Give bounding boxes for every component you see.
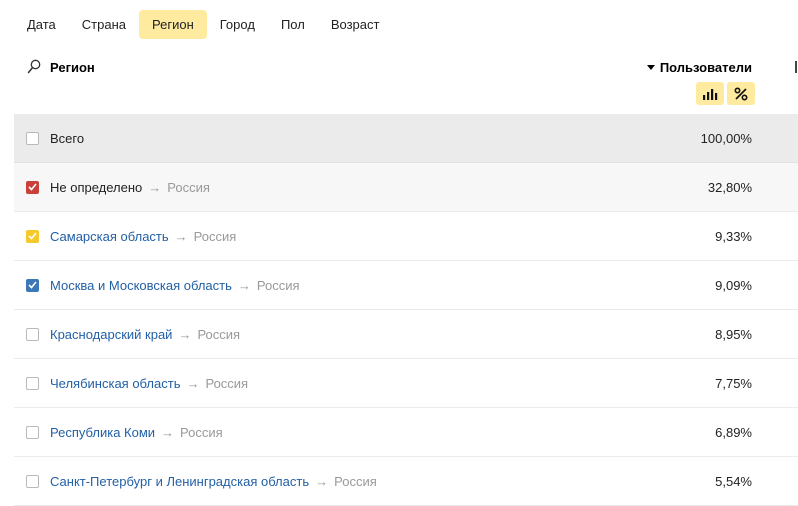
row-checkbox[interactable] bbox=[26, 327, 39, 341]
row-label: Всего bbox=[50, 130, 85, 146]
tab-date[interactable]: Дата bbox=[14, 10, 69, 39]
tab-gender[interactable]: Пол bbox=[268, 10, 318, 39]
arrow-right-icon: → bbox=[315, 473, 329, 489]
row-value: 8,95% bbox=[715, 326, 752, 342]
row-checkbox[interactable] bbox=[26, 180, 39, 194]
column-header-users[interactable]: Пользователи bbox=[646, 60, 752, 75]
arrow-right-icon: → bbox=[174, 228, 188, 244]
view-mode-buttons bbox=[696, 82, 755, 105]
table-row-total[interactable]: Всего 100,00% bbox=[14, 114, 798, 163]
arrow-right-icon: → bbox=[161, 424, 175, 440]
country-name: Россия bbox=[193, 228, 237, 244]
country-name: Россия bbox=[334, 473, 377, 489]
region-link[interactable]: Республика Коми bbox=[50, 425, 155, 440]
region-link[interactable]: Краснодарский край bbox=[50, 327, 172, 342]
check-icon bbox=[28, 232, 37, 240]
table-row[interactable]: Москва и Московская область → Россия 9,09% bbox=[14, 261, 798, 310]
dimension-tabs: Дата Страна Регион Город Пол Возраст bbox=[14, 10, 392, 39]
row-checkbox[interactable] bbox=[26, 474, 39, 488]
row-label: Республика Коми → Россия bbox=[50, 425, 223, 440]
row-checkbox[interactable] bbox=[26, 376, 39, 390]
country-name: Россия bbox=[167, 179, 210, 195]
column-header-users-label: Пользователи bbox=[659, 60, 752, 75]
row-checkbox[interactable] bbox=[26, 278, 39, 292]
row-value: 9,09% bbox=[715, 277, 752, 293]
region-link[interactable]: Самарская область bbox=[50, 229, 169, 244]
table-row[interactable]: Краснодарский край → Россия 8,95% bbox=[14, 310, 798, 359]
region-link[interactable]: Москва и Московская область bbox=[50, 278, 232, 293]
region-link[interactable]: Санкт-Петербург и Ленинградская область bbox=[50, 474, 309, 489]
country-name: Россия bbox=[180, 424, 223, 440]
row-label: Санкт-Петербург и Ленинградская область →… bbox=[50, 474, 377, 489]
percent-icon bbox=[734, 86, 748, 101]
table-row[interactable]: Не определено → Россия 32,80% bbox=[14, 163, 798, 212]
tab-region[interactable]: Регион bbox=[139, 10, 207, 39]
row-label: Москва и Московская область → Россия bbox=[50, 278, 300, 293]
row-checkbox[interactable] bbox=[26, 131, 39, 145]
table-row[interactable]: Челябинская область → Россия 7,75% bbox=[14, 359, 798, 408]
table-row[interactable]: Санкт-Петербург и Ленинградская область →… bbox=[14, 457, 798, 506]
arrow-right-icon: → bbox=[148, 179, 162, 195]
region-name: Не определено bbox=[50, 179, 143, 195]
row-checkbox[interactable] bbox=[26, 425, 39, 439]
region-link[interactable]: Челябинская область bbox=[50, 376, 180, 391]
row-checkbox[interactable] bbox=[26, 229, 39, 243]
table-row[interactable]: Республика Коми → Россия 6,89% bbox=[14, 408, 798, 457]
percent-view-button[interactable] bbox=[727, 82, 755, 105]
bar-chart-icon bbox=[703, 88, 718, 100]
row-label: Самарская область → Россия bbox=[50, 229, 236, 244]
row-value: 100,00% bbox=[700, 130, 752, 146]
country-name: Россия bbox=[256, 277, 300, 293]
row-value: 6,89% bbox=[715, 424, 752, 440]
row-value: 7,75% bbox=[715, 375, 752, 391]
country-name: Россия bbox=[197, 326, 241, 342]
row-value: 9,33% bbox=[715, 228, 752, 244]
country-name: Россия bbox=[205, 375, 249, 391]
column-header-region[interactable]: Регион bbox=[50, 60, 95, 75]
table-row[interactable]: Самарская область → Россия 9,33% bbox=[14, 212, 798, 261]
arrow-right-icon: → bbox=[237, 277, 251, 293]
arrow-right-icon: → bbox=[186, 375, 200, 391]
row-value: 32,80% bbox=[707, 179, 752, 195]
row-label: Краснодарский край → Россия bbox=[50, 327, 240, 342]
check-icon bbox=[28, 281, 37, 289]
chart-view-button[interactable] bbox=[696, 82, 724, 105]
row-label: Не определено → Россия bbox=[50, 180, 210, 195]
next-column-edge bbox=[795, 61, 797, 73]
sort-desc-icon bbox=[646, 65, 655, 70]
search-icon[interactable] bbox=[27, 59, 41, 75]
row-value: 5,54% bbox=[715, 473, 752, 489]
row-label: Челябинская область → Россия bbox=[50, 376, 248, 391]
tab-age[interactable]: Возраст bbox=[318, 10, 393, 39]
arrow-right-icon: → bbox=[178, 326, 192, 342]
report-table: Всего 100,00% Не определено → Россия 32,80… bbox=[14, 114, 798, 506]
check-icon bbox=[28, 183, 37, 191]
tab-city[interactable]: Город bbox=[207, 10, 268, 39]
tab-country[interactable]: Страна bbox=[69, 10, 139, 39]
